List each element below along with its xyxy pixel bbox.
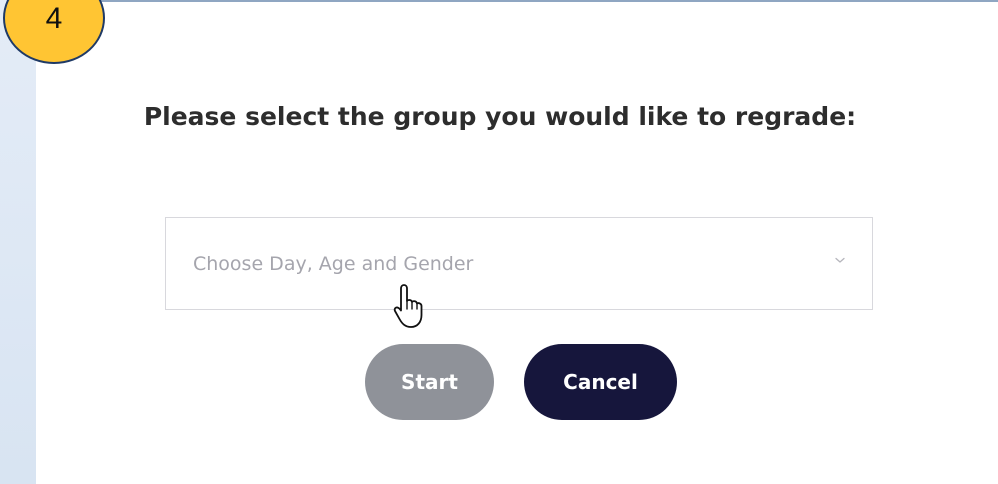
hand-pointer-icon (393, 284, 423, 328)
start-button[interactable]: Start (365, 344, 494, 420)
left-rail (0, 0, 37, 484)
dialog-prompt: Please select the group you would like t… (143, 102, 857, 131)
cancel-button[interactable]: Cancel (524, 344, 677, 420)
screen: Please select the group you would like t… (0, 0, 998, 484)
group-select[interactable]: Choose Day, Age and Gender (165, 217, 873, 310)
regrade-dialog: Please select the group you would like t… (36, 2, 998, 484)
step-number: 4 (45, 2, 63, 35)
group-select-placeholder: Choose Day, Age and Gender (193, 253, 474, 275)
chevron-down-icon (835, 257, 845, 263)
